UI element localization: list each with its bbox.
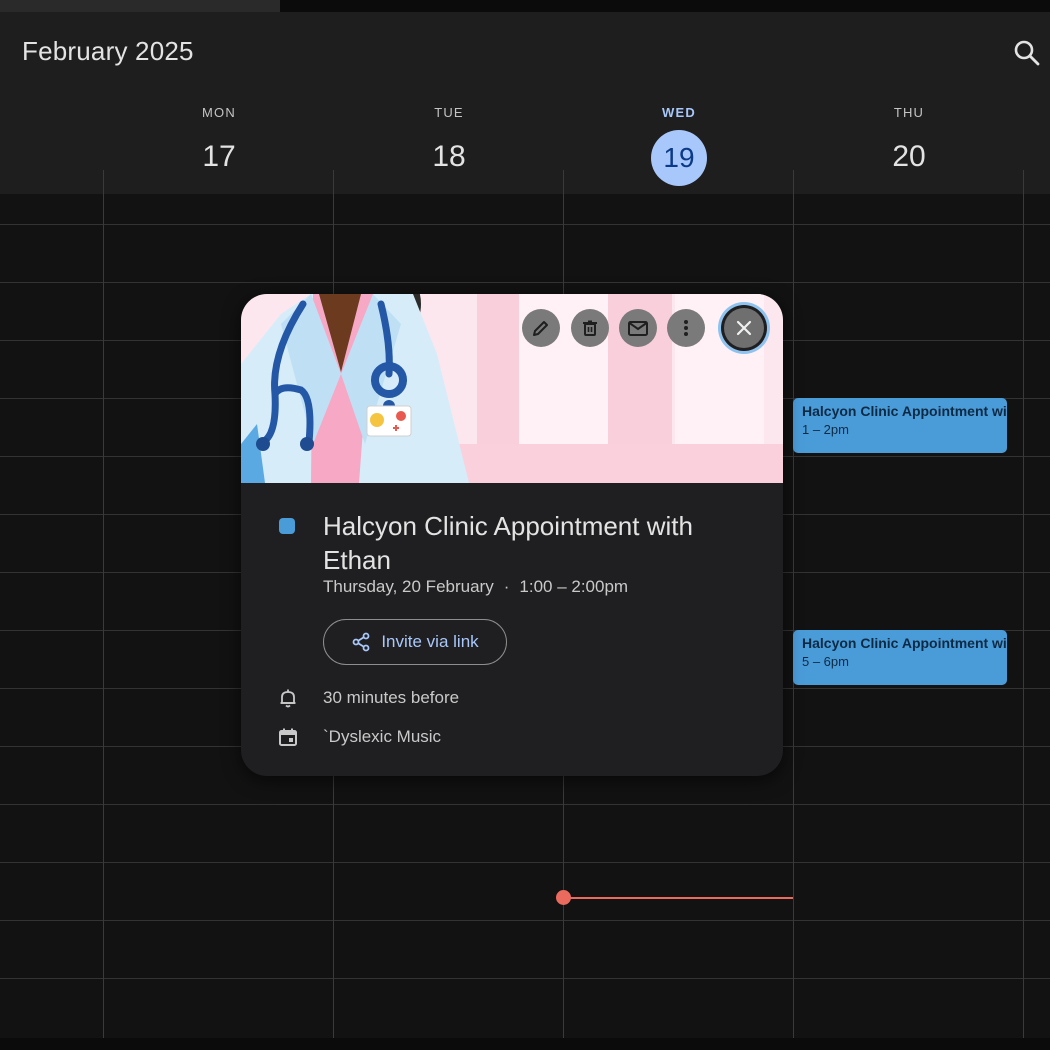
event-chip-time: 5 – 6pm: [802, 654, 849, 669]
calendar-row[interactable]: `Dyslexic Music: [277, 726, 441, 748]
day-number: 18: [432, 140, 466, 173]
delete-icon[interactable]: [571, 309, 609, 347]
event-color-square: [279, 518, 295, 534]
day-number-today: 19: [564, 130, 794, 186]
event-chip[interactable]: Halcyon Clinic Appointment with Ethan 1 …: [793, 398, 1007, 453]
day-column-mon[interactable]: MON 17: [104, 92, 334, 184]
hour-line: [0, 920, 1050, 921]
reminder-text: 30 minutes before: [323, 688, 460, 707]
hour-line: [0, 862, 1050, 863]
day-header-row: N 6 MON 17 TUE 18 WED 19 THU 20: [0, 92, 1050, 194]
day-of-week: THU: [893, 105, 925, 120]
bottom-strip: [0, 1038, 1050, 1050]
share-icon: [352, 632, 370, 652]
today-circle: 19: [651, 130, 707, 186]
invite-label: Invite via link: [381, 632, 479, 651]
calendar-icon: [279, 728, 297, 746]
current-time-dot: [556, 890, 571, 905]
day-of-week: MON: [202, 105, 236, 120]
hour-line: [0, 804, 1050, 805]
day-column-wed-today[interactable]: WED 19: [564, 92, 794, 186]
top-strip: [0, 0, 1050, 12]
event-datetime: Thursday, 20 February · 1:00 – 2:00pm: [323, 577, 628, 597]
day-column-sun[interactable]: N 6: [0, 92, 108, 184]
event-time: 1:00 – 2:00pm: [519, 577, 629, 596]
datetime-separator: ·: [503, 577, 510, 596]
close-icon[interactable]: [724, 308, 764, 348]
day-number: 20: [892, 140, 926, 173]
day-of-week: TUE: [434, 105, 464, 120]
event-chip[interactable]: Halcyon Clinic Appointment with Ethan 5 …: [793, 630, 1007, 685]
event-chip-title: Halcyon Clinic Appointment with Ethan: [802, 635, 1007, 651]
day-column-tue[interactable]: TUE 18: [334, 92, 564, 184]
day-number: 6: [0, 130, 108, 184]
search-icon[interactable]: [1012, 38, 1042, 68]
card-action-bar: [241, 308, 783, 350]
event-date: Thursday, 20 February: [323, 577, 494, 596]
card-body: Halcyon Clinic Appointment with Ethan Th…: [241, 483, 783, 776]
current-time-line: [563, 897, 793, 899]
day-of-week: WED: [662, 105, 696, 120]
event-chip-time: 1 – 2pm: [802, 422, 849, 437]
hour-line: [0, 224, 1050, 225]
top-strip-highlight: [0, 0, 280, 12]
day-column-thu[interactable]: THU 20: [794, 92, 1024, 184]
edit-icon[interactable]: [522, 309, 560, 347]
hour-line: [0, 282, 1050, 283]
event-chip-title: Halcyon Clinic Appointment with Ethan: [802, 403, 1007, 419]
day-number: 17: [202, 140, 236, 173]
event-title: Halcyon Clinic Appointment with Ethan: [323, 511, 693, 575]
calendar-name: `Dyslexic Music: [323, 727, 442, 746]
day-divider: [793, 170, 794, 1038]
more-vert-icon[interactable]: [667, 309, 705, 347]
email-icon[interactable]: [619, 309, 657, 347]
invite-via-link-button[interactable]: Invite via link: [323, 619, 507, 665]
calendar-header: February 2025: [0, 12, 1050, 92]
day-of-week: N: [0, 105, 108, 120]
event-detail-card: Halcyon Clinic Appointment with Ethan Th…: [241, 294, 783, 776]
hour-line: [0, 978, 1050, 979]
day-divider: [1023, 170, 1024, 1038]
day-divider: [103, 170, 104, 1038]
month-title[interactable]: February 2025: [22, 36, 194, 67]
bell-icon: [280, 689, 296, 708]
reminder-row[interactable]: 30 minutes before: [277, 687, 459, 709]
